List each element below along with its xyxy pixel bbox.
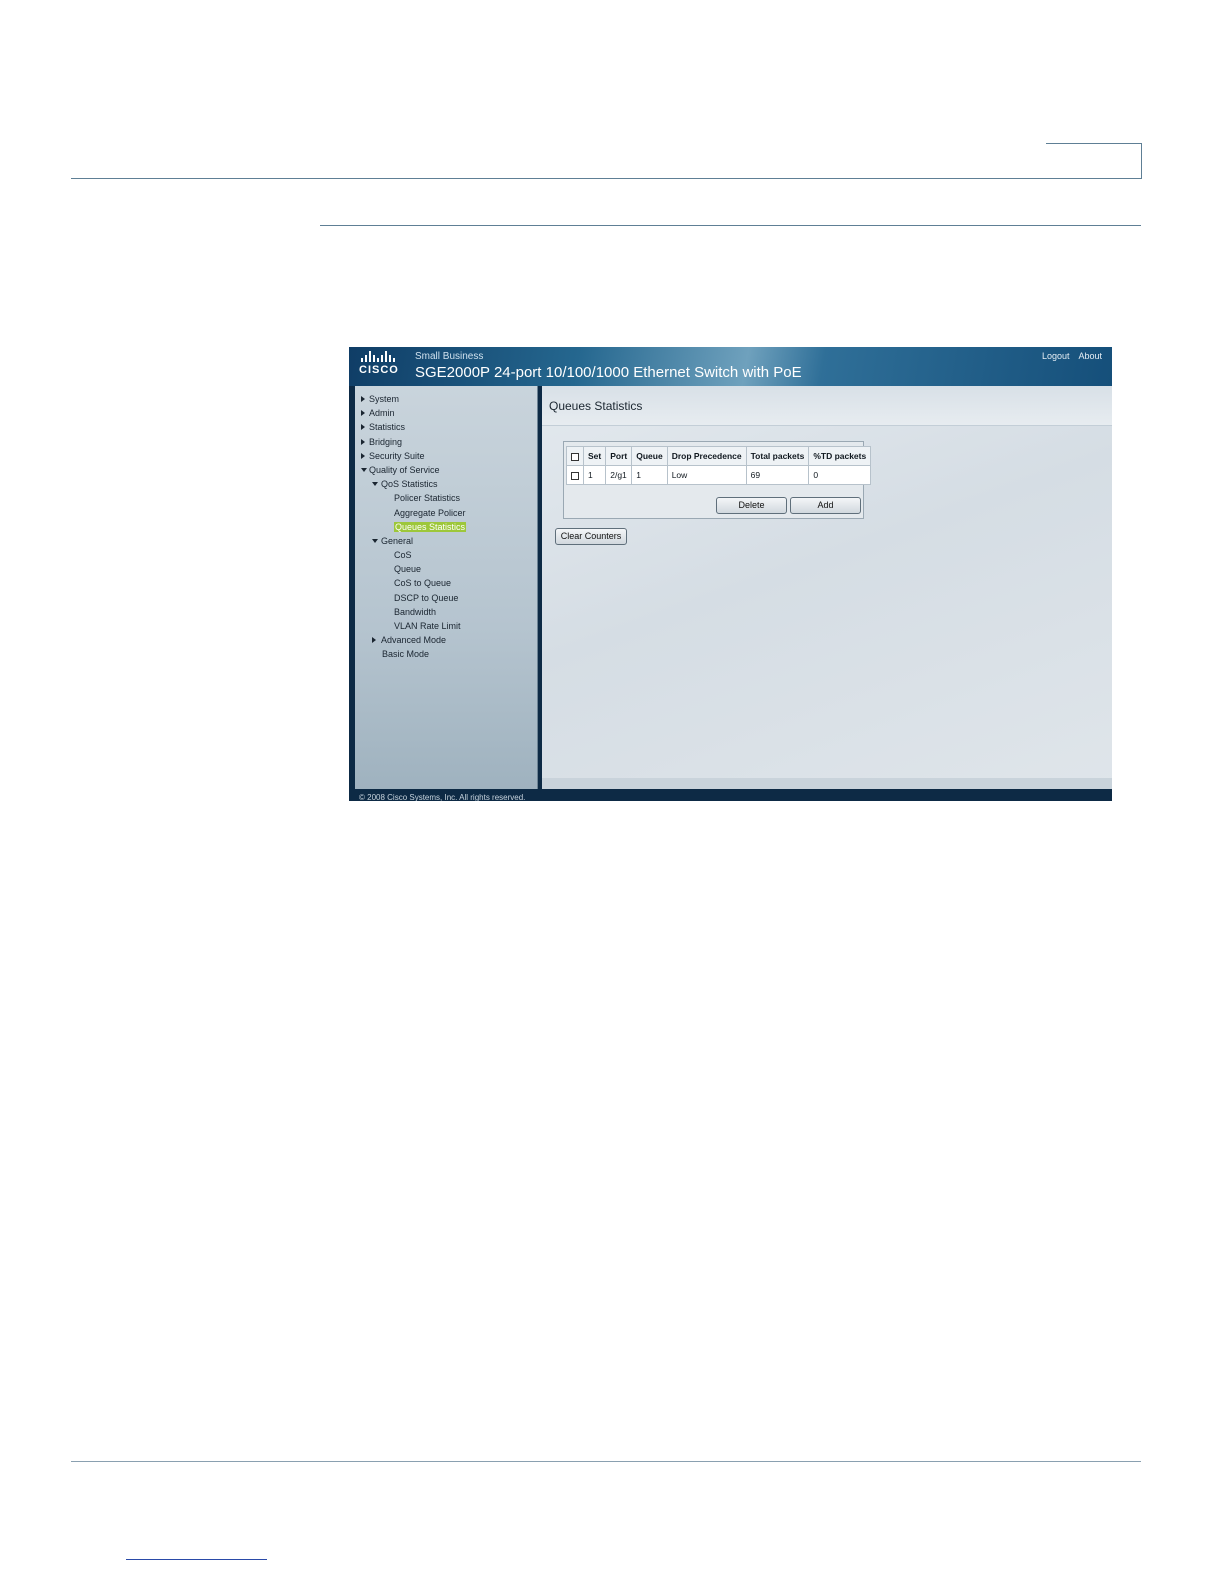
- footer-link-underline: [126, 1559, 267, 1560]
- row-select-cell: [566, 465, 584, 485]
- caret-right-icon[interactable]: [361, 424, 365, 431]
- sidebar-item-aggregate-policer[interactable]: Aggregate Policer: [355, 506, 537, 520]
- switch-web-ui-screenshot: CISCO Small Business SGE2000P 24-port 10…: [349, 347, 1112, 801]
- caret-right-icon[interactable]: [361, 452, 365, 459]
- sidebar-item-qos-statistics[interactable]: QoS Statistics: [355, 477, 537, 491]
- sidebar-item-label: Statistics: [369, 422, 406, 433]
- table-header-row: Set Port Queue Drop Precedence Total pac…: [566, 446, 872, 466]
- chapter-tab-box: [1046, 143, 1142, 179]
- sidebar-item-statistics[interactable]: Statistics: [355, 420, 537, 434]
- sidebar-item-cos-to-queue[interactable]: CoS to Queue: [355, 576, 537, 590]
- sidebar-item-bridging[interactable]: Bridging: [355, 435, 537, 449]
- sidebar-item-label: General: [381, 535, 414, 546]
- section-rule: [320, 225, 1141, 226]
- sidebar-item-bandwidth[interactable]: Bandwidth: [355, 605, 537, 619]
- sidebar-item-queues-statistics[interactable]: Queues Statistics: [355, 520, 537, 534]
- sidebar-item-label: Admin: [369, 408, 395, 419]
- sidebar-item-security-suite[interactable]: Security Suite: [355, 449, 537, 463]
- column-header-td-packets: %TD packets: [808, 446, 872, 466]
- footer-rule: [71, 1461, 1141, 1462]
- cell-drop-precedence: Low: [666, 465, 747, 485]
- content-bottom-band: [542, 778, 1112, 789]
- sidebar-item-label: CoS: [394, 550, 412, 561]
- table-row[interactable]: 1 2/g1 1 Low 69 0: [566, 465, 872, 485]
- brand-label: Small Business: [415, 351, 484, 362]
- sidebar-item-general[interactable]: General: [355, 534, 537, 548]
- sidebar-item-advanced-mode[interactable]: Advanced Mode: [355, 633, 537, 647]
- cell-set: 1: [582, 465, 607, 485]
- product-title: SGE2000P 24-port 10/100/1000 Ethernet Sw…: [415, 364, 802, 381]
- sidebar-item-label: Advanced Mode: [381, 635, 447, 646]
- row-checkbox[interactable]: [571, 471, 579, 480]
- caret-down-icon[interactable]: [361, 467, 367, 472]
- column-header-set: Set: [582, 446, 607, 466]
- sidebar-item-label: Quality of Service: [369, 464, 440, 475]
- sidebar-item-label: CoS to Queue: [394, 578, 452, 589]
- sidebar-item-cos[interactable]: CoS: [355, 548, 537, 562]
- caret-down-icon[interactable]: [372, 482, 378, 487]
- cell-queue: 1: [631, 465, 668, 485]
- about-link[interactable]: About: [1078, 351, 1102, 361]
- cisco-bars-icon: [361, 350, 403, 362]
- cell-total-packets: 69: [745, 465, 810, 485]
- sidebar-item-admin[interactable]: Admin: [355, 406, 537, 420]
- caret-right-icon[interactable]: [361, 396, 365, 402]
- sidebar-nav: System Admin Statistics Bridging Security Su…: [355, 386, 537, 662]
- main-content: Queues Statistics Set Port Queue Drop Pr…: [542, 386, 1112, 789]
- sidebar-item-label: Bridging: [369, 436, 403, 447]
- header-rule: [71, 178, 1141, 179]
- cisco-logo: CISCO: [359, 350, 403, 380]
- sidebar-item-system[interactable]: System: [355, 392, 537, 406]
- sidebar-item-label: Basic Mode: [382, 649, 430, 660]
- sidebar-item-label: DSCP to Queue: [394, 592, 459, 603]
- sidebar-item-quality-of-service[interactable]: Quality of Service: [355, 463, 537, 477]
- sidebar-item-vlan-rate-limit[interactable]: VLAN Rate Limit: [355, 619, 537, 633]
- column-header-port: Port: [605, 446, 633, 466]
- app-header: CISCO Small Business SGE2000P 24-port 10…: [349, 347, 1112, 386]
- sidebar-item-label: Queue: [394, 564, 422, 575]
- sidebar: System Admin Statistics Bridging Security Su…: [355, 386, 538, 789]
- sidebar-item-queue[interactable]: Queue: [355, 562, 537, 576]
- sidebar-item-label: Aggregate Policer: [394, 507, 466, 518]
- copyright-text: © 2008 Cisco Systems, Inc. All rights re…: [359, 793, 526, 801]
- select-all-cell: [566, 446, 584, 466]
- add-button[interactable]: Add: [790, 497, 861, 514]
- caret-right-icon[interactable]: [361, 438, 365, 445]
- delete-button[interactable]: Delete: [716, 497, 787, 514]
- logout-link[interactable]: Logout: [1042, 351, 1070, 361]
- column-header-drop-precedence: Drop Precedence: [666, 446, 747, 466]
- column-header-queue: Queue: [631, 446, 668, 466]
- select-all-checkbox[interactable]: [571, 452, 579, 461]
- column-header-total-packets: Total packets: [745, 446, 810, 466]
- sidebar-item-basic-mode[interactable]: Basic Mode: [355, 647, 537, 661]
- title-band: Queues Statistics: [542, 386, 1112, 426]
- sidebar-item-label: System: [369, 394, 400, 404]
- caret-right-icon[interactable]: [361, 410, 365, 417]
- sidebar-item-policer-statistics[interactable]: Policer Statistics: [355, 491, 537, 505]
- cell-td-packets: 0: [808, 465, 872, 485]
- sidebar-item-label: QoS Statistics: [381, 479, 438, 490]
- sidebar-item-label: VLAN Rate Limit: [394, 621, 461, 631]
- sidebar-item-label: Bandwidth: [394, 606, 437, 617]
- document-page: CISCO Small Business SGE2000P 24-port 10…: [0, 0, 1224, 1584]
- page-title: Queues Statistics: [549, 399, 643, 413]
- caret-right-icon[interactable]: [372, 637, 376, 644]
- sidebar-item-label: Queues Statistics: [394, 521, 467, 532]
- cisco-wordmark: CISCO: [359, 364, 399, 376]
- sidebar-item-dscp-to-queue[interactable]: DSCP to Queue: [355, 591, 537, 605]
- queues-statistics-table: Set Port Queue Drop Precedence Total pac…: [566, 446, 872, 485]
- top-links: Logout About: [1042, 351, 1102, 361]
- clear-counters-button[interactable]: Clear Counters: [555, 528, 627, 545]
- sidebar-item-label: Policer Statistics: [394, 493, 461, 504]
- caret-down-icon[interactable]: [372, 538, 378, 543]
- sidebar-item-label: Security Suite: [369, 450, 425, 461]
- cell-port: 2/g1: [605, 465, 633, 485]
